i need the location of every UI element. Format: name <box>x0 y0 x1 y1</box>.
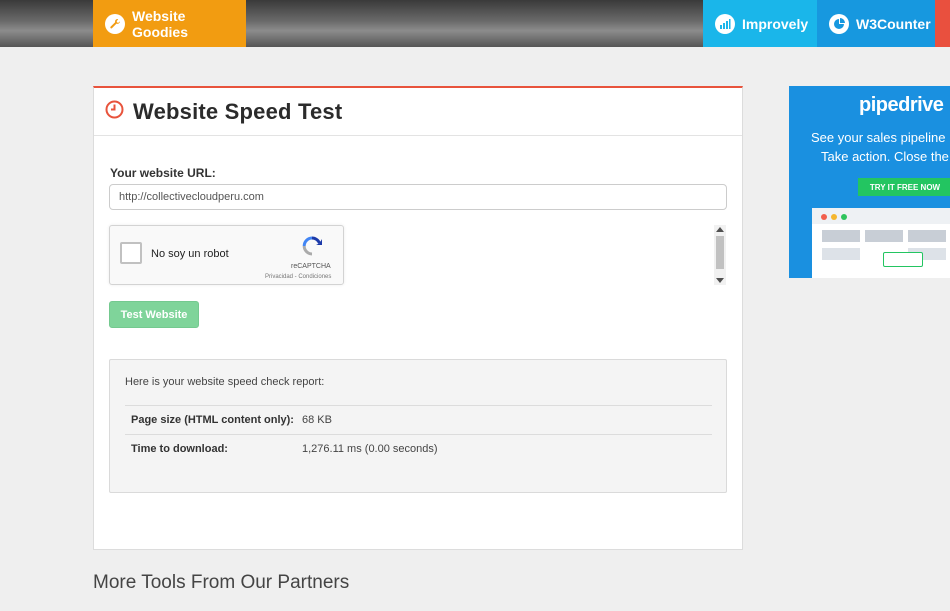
ad-window-bar <box>812 208 950 224</box>
window-dot-yellow-icon <box>831 214 837 220</box>
recaptcha-brand: reCAPTCHA <box>291 263 331 270</box>
nav-w3counter-label: W3Counter <box>856 15 931 32</box>
top-navbar: Website Goodies Improvely W3Counter <box>0 0 950 47</box>
nav-partner-tab[interactable] <box>935 0 950 47</box>
ad-selected-card <box>883 252 923 267</box>
report-row: Time to download: 1,276.11 ms (0.00 seco… <box>125 434 712 463</box>
speed-test-card: Website Speed Test Your website URL: No … <box>93 86 743 550</box>
recaptcha-links[interactable]: Privacidad - Condiciones <box>265 274 331 280</box>
nav-w3counter[interactable]: W3Counter <box>817 0 935 47</box>
report-row-value: 68 KB <box>302 414 332 426</box>
nav-improvely-label: Improvely <box>742 15 809 32</box>
ad-cell <box>908 230 946 242</box>
url-label: Your website URL: <box>110 166 216 180</box>
scroll-down-arrow-icon[interactable] <box>716 278 724 283</box>
scroll-thumb[interactable] <box>716 236 724 269</box>
ad-dashboard-illustration <box>812 208 950 278</box>
recaptcha-widget: No soy un robot reCAPTCHA Privacidad - C… <box>109 225 344 285</box>
ad-cell <box>822 230 860 242</box>
ad-headline: See your sales pipeline <box>811 130 946 145</box>
pipedrive-ad[interactable]: pipedrive See your sales pipeline Take a… <box>789 86 950 278</box>
recaptcha-logo-icon <box>299 235 325 257</box>
report-row-label: Time to download: <box>131 443 228 455</box>
speed-report: Here is your website speed check report:… <box>109 359 727 493</box>
nav-website-goodies-label: Website Goodies <box>132 7 189 40</box>
recaptcha-checkbox[interactable] <box>120 242 142 264</box>
report-intro: Here is your website speed check report: <box>125 376 325 388</box>
captcha-scrollbar[interactable] <box>714 225 726 285</box>
recaptcha-label: No soy un robot <box>151 248 229 260</box>
window-dot-green-icon <box>841 214 847 220</box>
ad-cta-button[interactable]: TRY IT FREE NOW <box>858 178 950 196</box>
ad-cell <box>822 248 860 260</box>
scroll-up-arrow-icon[interactable] <box>716 227 724 232</box>
clock-icon <box>105 100 124 124</box>
test-website-button[interactable]: Test Website <box>109 301 199 328</box>
ad-logo: pipedrive <box>859 94 944 116</box>
ad-cell <box>865 230 903 242</box>
nav-website-goodies[interactable]: Website Goodies <box>93 0 246 47</box>
wrench-icon <box>105 13 125 34</box>
card-header: Website Speed Test <box>94 88 742 136</box>
page-title: Website Speed Test <box>133 98 343 124</box>
ad-subline: Take action. Close the <box>821 149 949 164</box>
report-row-value: 1,276.11 ms (0.00 seconds) <box>302 443 438 455</box>
report-row: Page size (HTML content only): 68 KB <box>125 405 712 434</box>
url-input[interactable] <box>109 184 727 210</box>
pie-chart-icon <box>829 13 849 34</box>
window-dot-red-icon <box>821 214 827 220</box>
bar-chart-icon <box>715 13 735 34</box>
report-row-label: Page size (HTML content only): <box>131 414 294 426</box>
more-tools-heading: More Tools From Our Partners <box>93 572 350 593</box>
nav-improvely[interactable]: Improvely <box>703 0 817 47</box>
